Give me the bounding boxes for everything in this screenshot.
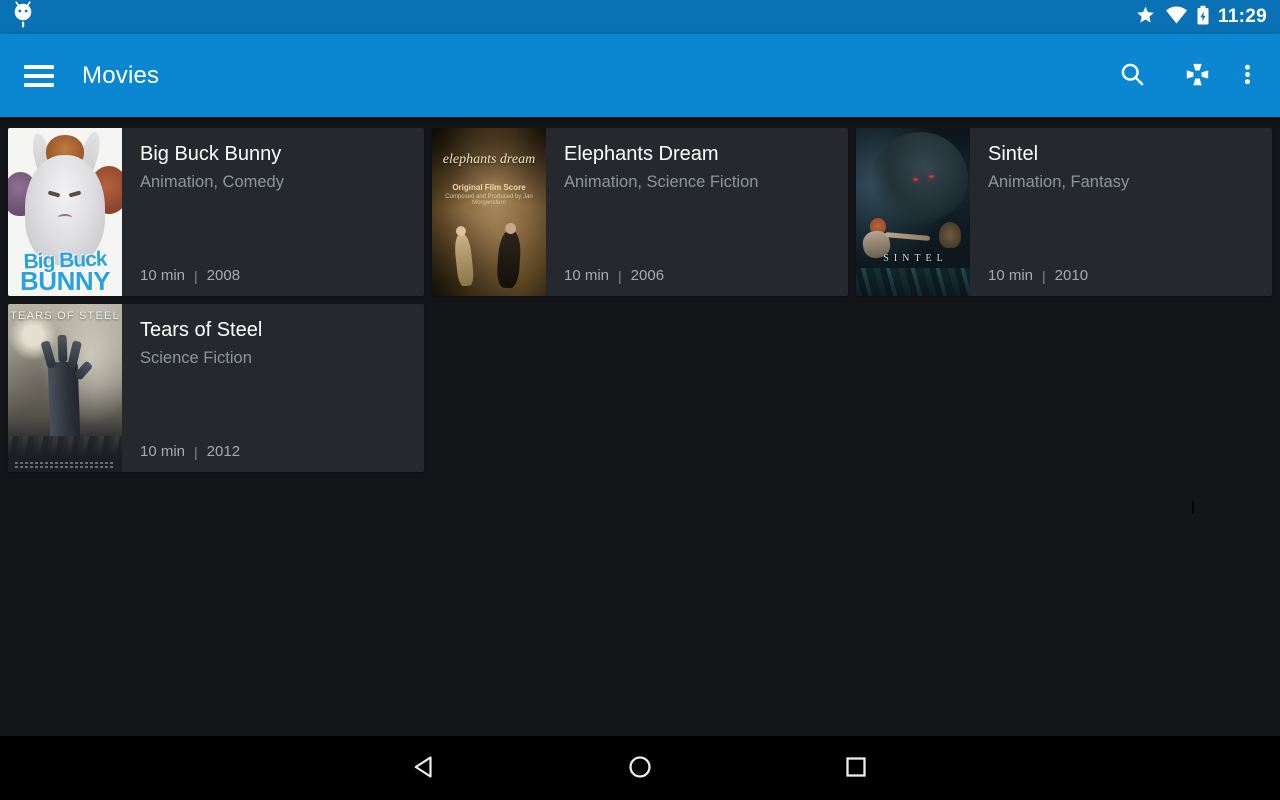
hamburger-icon <box>24 65 54 69</box>
movie-genres: Animation, Science Fiction <box>564 173 838 192</box>
movie-title: Elephants Dream <box>564 143 838 166</box>
wifi-icon <box>1165 5 1188 29</box>
movie-runtime: 10 min <box>140 267 185 284</box>
movie-title: Sintel <box>988 143 1262 166</box>
android-screen: 11:29 Movies <box>0 0 1280 800</box>
movie-runtime: 10 min <box>140 443 185 460</box>
recents-icon <box>845 756 867 781</box>
movie-card-sintel[interactable]: SINTEL Sintel Animation, Fantasy 10 min … <box>856 128 1272 296</box>
poster-title: TEARS OF STEEL <box>8 310 122 322</box>
movie-card-elephants-dream[interactable]: elephants dream Original Film Score Comp… <box>432 128 848 296</box>
app-bar: Movies <box>0 34 1280 117</box>
movie-runtime: 10 min <box>988 267 1033 284</box>
movie-meta: 10 min | 2006 <box>564 267 664 284</box>
home-button[interactable] <box>628 756 652 780</box>
movie-runtime: 10 min <box>564 267 609 284</box>
poster-subtitle: Composed and Produced by Jan Morgenstern <box>432 194 546 206</box>
movie-year: 2006 <box>631 267 664 284</box>
star-icon <box>1135 5 1156 30</box>
meta-separator: | <box>194 268 198 284</box>
back-icon <box>413 755 435 782</box>
overflow-dots-icon <box>1235 62 1260 90</box>
meta-separator: | <box>194 444 198 460</box>
movie-title: Big Buck Bunny <box>140 143 414 166</box>
movie-poster: elephants dream Original Film Score Comp… <box>432 128 546 296</box>
clock: 11:29 <box>1218 6 1267 28</box>
movie-list: Big Buck BUNNY Big Buck Bunny Animation,… <box>0 117 1280 736</box>
app-bar-actions <box>1119 61 1260 91</box>
meta-separator: | <box>618 268 622 284</box>
movie-meta: 10 min | 2008 <box>140 267 240 284</box>
movie-year: 2010 <box>1055 267 1088 284</box>
meta-separator: | <box>1042 268 1046 284</box>
battery-charging-icon <box>1197 5 1209 30</box>
search-button[interactable] <box>1119 61 1146 91</box>
movie-title: Tears of Steel <box>140 319 414 342</box>
remote-play-button[interactable] <box>1184 61 1211 91</box>
movie-year: 2012 <box>207 443 240 460</box>
movie-card-tears-of-steel[interactable]: TEARS OF STEEL Tears of Steel Science Fi… <box>8 304 424 472</box>
movie-meta: 10 min | 2010 <box>988 267 1088 284</box>
poster-subtitle: Original Film Score <box>432 183 546 192</box>
status-icons: 11:29 <box>1135 5 1267 30</box>
back-button[interactable] <box>412 756 436 780</box>
movie-poster: TEARS OF STEEL <box>8 304 122 472</box>
menu-button[interactable] <box>24 65 54 87</box>
dpad-icon <box>1184 61 1211 91</box>
movie-year: 2008 <box>207 267 240 284</box>
status-bar: 11:29 <box>0 0 1280 34</box>
movie-poster: Big Buck BUNNY <box>8 128 122 296</box>
home-icon <box>628 755 652 782</box>
page-title: Movies <box>82 62 159 90</box>
text-cursor-artifact <box>1192 501 1194 514</box>
movie-poster: SINTEL <box>856 128 970 296</box>
movie-meta: 10 min | 2012 <box>140 443 240 460</box>
poster-title-line: Big Buck <box>8 250 122 272</box>
poster-title: elephants dream <box>432 152 546 168</box>
movie-genres: Science Fiction <box>140 349 414 368</box>
search-icon <box>1119 61 1146 91</box>
poster-title-line: BUNNY <box>8 270 122 293</box>
recents-button[interactable] <box>844 756 868 780</box>
movie-genres: Animation, Comedy <box>140 173 414 192</box>
movie-genres: Animation, Fantasy <box>988 173 1262 192</box>
overflow-menu-button[interactable] <box>1235 62 1260 90</box>
poster-title: SINTEL <box>856 253 970 264</box>
movie-card-big-buck-bunny[interactable]: Big Buck BUNNY Big Buck Bunny Animation,… <box>8 128 424 296</box>
android-debug-icon <box>12 1 34 33</box>
navigation-bar <box>0 736 1280 800</box>
